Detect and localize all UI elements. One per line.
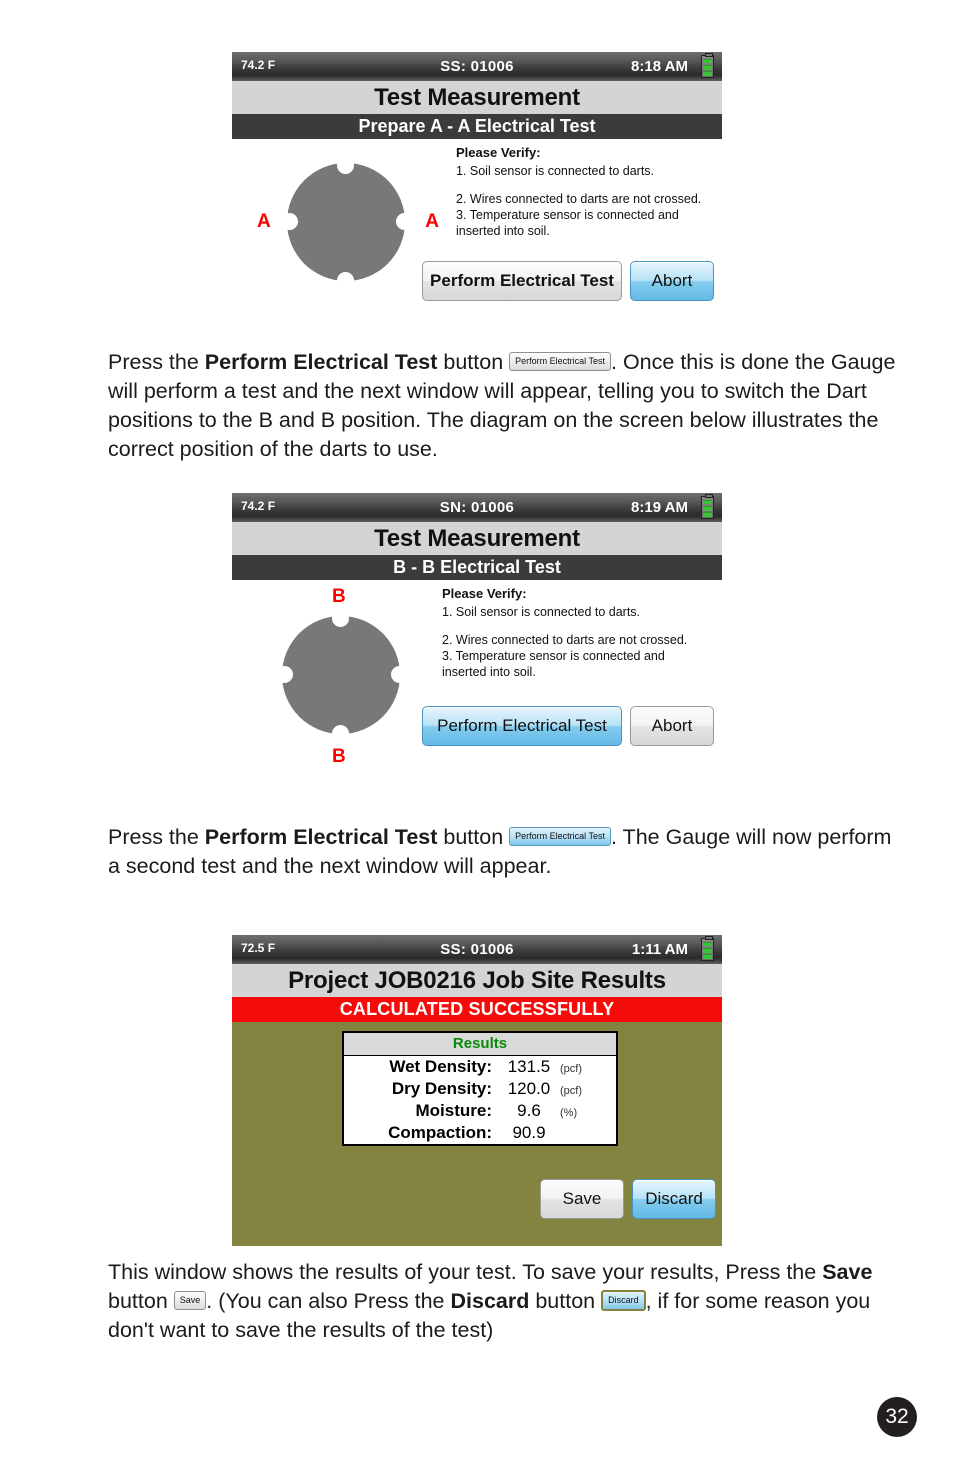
verify-item-3: 3. Temperature sensor is connected and i… — [442, 649, 665, 679]
row-unit: (pcf) — [560, 1085, 582, 1097]
status-time: 1:11 AM — [631, 941, 688, 958]
p3-text-1: This window shows the results of your te… — [108, 1260, 823, 1284]
notch-left-icon — [276, 666, 293, 683]
screenshot-results: 72.5 F SS: 01006 1:11 AM Project JOB0216… — [232, 935, 722, 1246]
row-unit: (%) — [560, 1107, 578, 1119]
screen-body: Results Wet Density: 131.5 (pcf) Dry Den… — [232, 1022, 722, 1246]
p3-bold-1: Save — [822, 1260, 873, 1284]
abort-button[interactable]: Abort — [630, 261, 714, 301]
status-bar: 72.5 F SS: 01006 1:11 AM — [232, 935, 722, 964]
verify-instructions: Please Verify: 1. Soil sensor is connect… — [442, 586, 704, 680]
row-value: 9.6 — [517, 1101, 541, 1120]
notch-left-icon — [281, 213, 298, 230]
verify-item-2: 2. Wires connected to darts are not cros… — [456, 192, 702, 206]
dart-label-top: B — [332, 586, 346, 607]
verify-item-1: 1. Soil sensor is connected to darts. — [442, 605, 641, 619]
row-value: 90.9 — [512, 1123, 546, 1142]
manual-page: 74.2 F SS: 01006 8:18 AM Test Measuremen… — [0, 0, 954, 1475]
status-bar: 74.2 F SN: 01006 8:19 AM — [232, 493, 722, 522]
verify-heading: Please Verify: — [442, 586, 527, 601]
inline-perform-electrical-test-button[interactable]: Perform Electrical Test — [509, 826, 612, 846]
dart-label-bottom: B — [332, 746, 346, 767]
battery-icon — [701, 494, 714, 519]
p3-text-2: button — [108, 1289, 174, 1313]
save-button[interactable]: Save — [540, 1179, 624, 1219]
perform-electrical-test-button[interactable]: Perform Electrical Test — [422, 261, 622, 301]
action-buttons: Save Discard — [540, 1179, 716, 1219]
p1-text-2: button — [437, 350, 510, 374]
screen-body: A A Please Verify: 1. Soil sensor is con… — [232, 139, 722, 339]
dart-position-diagram: B B — [276, 586, 408, 767]
row-label: Moisture: — [415, 1101, 493, 1120]
screen-subtitle: B - B Electrical Test — [232, 555, 722, 580]
notch-right-icon — [396, 213, 413, 230]
verify-item-1: 1. Soil sensor is connected to darts. — [456, 164, 655, 178]
p2-text-2: button — [437, 825, 510, 849]
screen-title: Test Measurement — [232, 522, 722, 555]
calculation-status-banner: CALCULATED SUCCESSFULLY — [232, 997, 722, 1022]
row-label: Wet Density: — [389, 1057, 492, 1076]
notch-bottom-icon — [332, 725, 349, 742]
paragraph-1: Press the Perform Electrical Test button… — [108, 348, 898, 464]
p3-text-3: . (You can also Press the — [206, 1289, 451, 1313]
abort-button[interactable]: Abort — [630, 706, 714, 746]
battery-icon — [701, 53, 714, 78]
p2-bold-1: Perform Electrical Test — [204, 825, 438, 849]
status-time: 8:18 AM — [631, 58, 688, 75]
dart-label-right: A — [425, 211, 439, 232]
page-number-badge: 32 — [877, 1397, 917, 1437]
verify-item-3: 3. Temperature sensor is connected and i… — [456, 208, 679, 238]
results-table-header: Results — [344, 1033, 616, 1056]
table-row: Compaction: 90.9 — [344, 1122, 616, 1144]
screen-title: Project JOB0216 Job Site Results — [232, 964, 722, 997]
results-table: Results Wet Density: 131.5 (pcf) Dry Den… — [342, 1031, 618, 1146]
table-row: Moisture: 9.6 (%) — [344, 1100, 616, 1122]
row-unit: (pcf) — [560, 1063, 582, 1075]
table-row: Dry Density: 120.0 (pcf) — [344, 1078, 616, 1100]
table-row: Wet Density: 131.5 (pcf) — [344, 1056, 616, 1078]
screenshot-bb-test: 74.2 F SN: 01006 8:19 AM Test Measuremen… — [232, 493, 722, 785]
p3-text-4: button — [529, 1289, 602, 1313]
screen-subtitle: Prepare A - A Electrical Test — [232, 114, 722, 139]
perform-electrical-test-button[interactable]: Perform Electrical Test — [422, 706, 622, 746]
p1-bold-1: Perform Electrical Test — [204, 350, 438, 374]
p1-text-1: Press the — [108, 350, 205, 374]
dart-position-diagram: A A — [257, 157, 439, 289]
notch-right-icon — [391, 666, 408, 683]
notch-top-icon — [332, 610, 349, 627]
notch-top-icon — [337, 157, 354, 174]
gauge-base-circle — [282, 616, 400, 734]
notch-bottom-icon — [337, 272, 354, 289]
action-buttons: Perform Electrical Test Abort — [422, 706, 714, 746]
status-time: 8:19 AM — [631, 499, 688, 516]
inline-save-button[interactable]: Save — [173, 1290, 207, 1310]
inline-discard-button[interactable]: Discard — [601, 1289, 646, 1311]
row-label: Dry Density: — [391, 1079, 492, 1098]
row-value: 120.0 — [507, 1079, 551, 1098]
inline-perform-electrical-test-button[interactable]: Perform Electrical Test — [509, 351, 612, 371]
row-label: Compaction: — [388, 1123, 492, 1142]
paragraph-2: Press the Perform Electrical Test button… — [108, 823, 898, 881]
action-buttons: Perform Electrical Test Abort — [422, 261, 714, 301]
row-value: 131.5 — [507, 1057, 551, 1076]
discard-button[interactable]: Discard — [632, 1179, 716, 1219]
screen-body: B B Please Verify: 1. Soil sensor is con… — [232, 580, 722, 785]
paragraph-3: This window shows the results of your te… — [108, 1258, 898, 1345]
p2-text-1: Press the — [108, 825, 205, 849]
p3-bold-2: Discard — [450, 1289, 530, 1313]
status-bar: 74.2 F SS: 01006 8:18 AM — [232, 52, 722, 81]
verify-heading: Please Verify: — [456, 145, 541, 160]
verify-instructions: Please Verify: 1. Soil sensor is connect… — [456, 145, 714, 239]
verify-item-2: 2. Wires connected to darts are not cros… — [442, 633, 688, 647]
screen-title: Test Measurement — [232, 81, 722, 114]
dart-label-left: A — [257, 211, 271, 232]
battery-icon — [701, 936, 714, 961]
screenshot-prepare-aa: 74.2 F SS: 01006 8:18 AM Test Measuremen… — [232, 52, 722, 339]
gauge-base-circle — [287, 163, 405, 281]
